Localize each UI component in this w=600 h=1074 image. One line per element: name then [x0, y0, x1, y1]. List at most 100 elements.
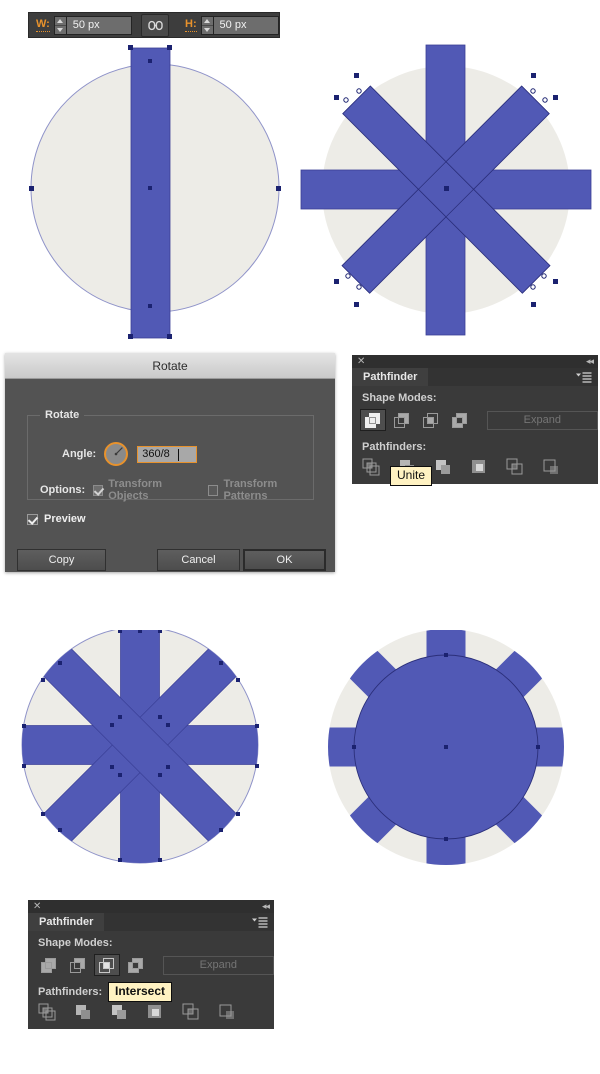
unite-button[interactable]: [36, 954, 62, 976]
panel-topbar: ✕ ◂◂: [28, 900, 274, 913]
minus-front-icon: [394, 412, 410, 428]
minus-front-button[interactable]: [65, 954, 91, 976]
pathfinders-label: Pathfinders:: [362, 441, 427, 453]
minus-back-icon[interactable]: [218, 1003, 236, 1021]
expand-button: Expand: [162, 955, 275, 975]
angle-row: Angle: 360/8: [62, 442, 198, 466]
copy-button[interactable]: Copy: [17, 549, 106, 571]
outline-icon[interactable]: [506, 458, 524, 476]
pathfinders-label: Pathfinders:: [38, 986, 103, 998]
panel-topbar: ✕ ◂◂: [352, 355, 598, 368]
panel-tabbar: Pathfinder: [352, 368, 598, 386]
tab-pathfinder[interactable]: Pathfinder: [352, 368, 429, 386]
rotate-fieldset-legend: Rotate: [40, 409, 85, 421]
crop-icon[interactable]: [470, 458, 488, 476]
artwork-star-with-inner-circle[interactable]: [312, 630, 592, 880]
preview-row[interactable]: Preview: [27, 513, 86, 525]
merge-icon[interactable]: [434, 458, 452, 476]
intersect-button[interactable]: [418, 409, 444, 431]
close-icon[interactable]: ✕: [33, 901, 41, 912]
united-star-shape[interactable]: [10, 630, 290, 880]
panel-body: Shape Modes:: [28, 931, 275, 1029]
exclude-button[interactable]: [123, 954, 149, 976]
outline-icon[interactable]: [182, 1003, 200, 1021]
bar-shape[interactable]: [130, 47, 171, 339]
pathfinders-row: [352, 458, 598, 476]
artwork-four-rotated-bars[interactable]: [300, 40, 592, 340]
intersect-icon: [423, 412, 439, 428]
shape-modes-row: Expand: [352, 409, 599, 431]
intersect-button[interactable]: [93, 954, 120, 976]
crop-icon[interactable]: [146, 1003, 164, 1021]
transform-objects-option[interactable]: Transform Objects: [93, 478, 194, 502]
height-label: H:: [185, 17, 197, 32]
angle-dial[interactable]: [104, 442, 129, 466]
artwork-circle-with-single-bar[interactable]: [16, 44, 296, 340]
tooltip-unite: Unite: [390, 466, 433, 486]
panel-tabbar: Pathfinder: [28, 913, 274, 931]
divide-icon[interactable]: [38, 1003, 56, 1021]
tooltip-intersect: Intersect: [108, 982, 173, 1002]
width-input[interactable]: 50 px: [66, 15, 133, 35]
exclude-button[interactable]: [447, 409, 473, 431]
options-label: Options:: [40, 484, 86, 496]
rotate-dialog: Rotate Rotate Angle: 360/8 Options: Tran…: [5, 353, 335, 572]
panel-menu-icon[interactable]: [576, 371, 592, 383]
trim-icon[interactable]: [74, 1003, 92, 1021]
height-stepper[interactable]: [200, 15, 214, 35]
pathfinder-panel-top: ✕ ◂◂ Pathfinder Shape Modes: Expand Path…: [352, 355, 599, 486]
link-width-height-button[interactable]: [141, 13, 170, 37]
collapse-double-arrow-icon[interactable]: ◂◂: [586, 356, 594, 367]
divide-icon[interactable]: [362, 458, 380, 476]
close-icon[interactable]: ✕: [357, 356, 365, 367]
width-label: W:: [36, 17, 50, 32]
merge-icon[interactable]: [110, 1003, 128, 1021]
angle-input[interactable]: 360/8: [137, 445, 198, 463]
width-stepper-up[interactable]: [54, 17, 66, 26]
angle-label: Angle:: [62, 448, 97, 460]
unite-button[interactable]: [360, 409, 386, 431]
pathfinder-panel-bottom: ✕ ◂◂ Pathfinder Shape Modes: Expand Path…: [28, 900, 275, 1029]
height-stepper-up[interactable]: [201, 17, 213, 26]
exclude-icon: [452, 412, 468, 428]
preview-checkbox[interactable]: [27, 513, 38, 525]
panel-body: Shape Modes:: [352, 386, 599, 486]
shape-modes-label: Shape Modes:: [38, 937, 113, 949]
unite-icon: [41, 957, 57, 973]
cancel-button[interactable]: Cancel: [157, 549, 240, 571]
pathfinders-row: [28, 1003, 274, 1021]
transform-patterns-option[interactable]: Transform Patterns: [208, 478, 313, 502]
minus-front-icon: [70, 957, 86, 973]
height-input[interactable]: 50 px: [213, 15, 280, 35]
exclude-icon: [128, 957, 144, 973]
tab-pathfinder[interactable]: Pathfinder: [28, 913, 105, 931]
rotate-fieldset: Rotate Angle: 360/8 Options: Transform O…: [27, 409, 314, 502]
unite-icon: [365, 412, 381, 428]
angle-dial-needle-icon: [114, 447, 124, 456]
link-chain-icon: [147, 20, 163, 30]
minus-back-icon[interactable]: [542, 458, 560, 476]
transform-patterns-checkbox[interactable]: [208, 484, 219, 496]
transform-objects-checkbox[interactable]: [93, 484, 104, 496]
expand-button: Expand: [486, 410, 599, 430]
shape-modes-row: Expand: [28, 954, 275, 976]
ok-button[interactable]: OK: [243, 549, 326, 571]
rotate-dialog-titlebar[interactable]: Rotate: [5, 353, 335, 379]
transform-patterns-label: Transform Patterns: [223, 478, 278, 502]
angle-input-value: 360/8: [142, 447, 170, 460]
minus-front-button[interactable]: [389, 409, 415, 431]
panel-menu-icon[interactable]: [252, 916, 268, 928]
rotate-dialog-body: Rotate Angle: 360/8 Options: Transform O…: [5, 379, 335, 573]
transform-objects-label: Transform Objects: [108, 478, 162, 502]
width-stepper-down[interactable]: [55, 26, 66, 34]
height-stepper-down[interactable]: [202, 26, 213, 34]
artwork-intersected-star[interactable]: [10, 630, 290, 880]
preview-label: Preview: [44, 513, 86, 525]
options-row: Options: Transform Objects Transform Pat…: [40, 478, 313, 502]
transform-toolbar: W: 50 px H: 50 px: [28, 12, 280, 38]
width-stepper[interactable]: [53, 15, 67, 35]
intersect-icon: [99, 957, 115, 973]
shape-modes-label: Shape Modes:: [362, 392, 437, 404]
rotate-dialog-title: Rotate: [152, 358, 188, 373]
collapse-double-arrow-icon[interactable]: ◂◂: [262, 901, 270, 912]
